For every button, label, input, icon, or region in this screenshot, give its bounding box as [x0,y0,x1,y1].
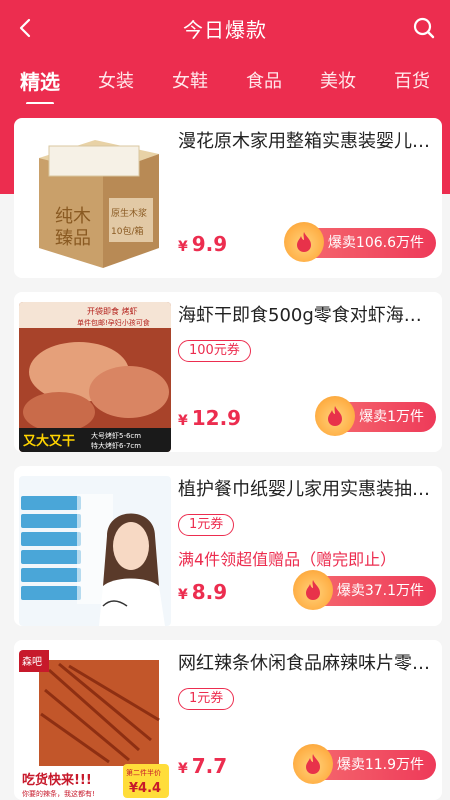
image-caption: 大号烤虾5-6cm [91,431,141,440]
tab-beauty[interactable]: 美妆 [320,67,356,93]
tab-general-goods[interactable]: 百货 [394,67,430,93]
product-price: ¥9.9 [178,232,227,256]
box-label-text: 臻品 [55,228,91,249]
hot-sales-text: 爆卖106.6万件 [327,235,424,251]
box-label-text: 10包/箱 [111,225,144,237]
product-image-spicy-strips: 森吧 吃货快来!!! 你要的辣条，我这都有! 第二件半价 ¥4.4 [19,650,171,800]
product-image-dried-shrimp: 开袋即食 烤虾 单件包邮!孕妇小孩可食 又大又干 大号烤虾5-6cm 特大烤虾6… [19,302,171,452]
page-title: 今日爆款 [183,17,267,42]
price-value: 9.9 [191,232,228,256]
product-price: ¥8.9 [178,580,227,604]
image-caption: ¥4.4 [129,781,161,796]
image-caption: 第二件半价 [126,768,161,777]
fire-icon [292,570,333,610]
price-value: 8.9 [191,580,228,604]
category-tabs: 精选 女装 女鞋 食品 美妆 百货 [0,60,450,100]
image-caption: 你要的辣条，我这都有! [22,789,95,798]
box-label-text: 纯木 [55,206,91,227]
currency-symbol: ¥ [178,761,188,777]
currency-symbol: ¥ [178,413,188,429]
hot-sales-text: 爆卖11.9万件 [336,757,424,773]
product-price: ¥12.9 [178,406,241,430]
promo-text: 满4件领超值赠品（赠完即止） [178,550,397,569]
hot-sales-badge: 爆卖106.6万件 [283,222,436,262]
product-image-tissue-box: 纯木 臻品 原生木浆 10包/箱 [19,128,171,278]
product-title[interactable]: 网红辣条休闲食品麻辣味片零食小吃 [178,652,432,676]
hot-sales-badge: 爆卖1万件 [315,396,436,436]
fire-icon [292,744,333,784]
hot-sales-text: 爆卖1万件 [359,409,424,425]
fire-icon [315,396,356,436]
box-label-text: 原生木浆 [111,207,147,219]
product-title[interactable]: 海虾干即食500g零食对虾海鲜干货 [178,304,432,328]
tab-womens-shoes[interactable]: 女鞋 [172,67,208,93]
hot-sales-badge: 爆卖37.1万件 [292,570,436,610]
back-button[interactable] [10,12,42,44]
product-card[interactable]: 植护餐巾纸婴儿家用实惠装抽纸整箱 1元券 满4件领超值赠品（赠完即止） ¥8.9… [14,466,442,626]
image-caption: 特大烤虾6-7cm [91,441,141,450]
currency-symbol: ¥ [178,239,188,255]
tab-food[interactable]: 食品 [246,67,282,93]
image-caption: 开袋即食 烤虾 [87,306,138,316]
image-caption: 森吧 [22,655,42,668]
image-caption: 又大又干 [22,433,75,449]
product-list: 纯木 臻品 原生木浆 10包/箱 漫花原木家用整箱实惠装婴儿面巾纸 ¥9.9 爆… [14,118,442,800]
coupon-badge[interactable]: 1元券 [178,514,235,536]
product-price: ¥7.7 [178,754,227,778]
top-header: 今日爆款 精选 女装 女鞋 食品 美妆 百货 [0,0,450,104]
tab-womens-clothing[interactable]: 女装 [98,67,134,93]
search-button[interactable] [408,12,440,44]
product-title[interactable]: 漫花原木家用整箱实惠装婴儿面巾纸 [178,130,432,154]
price-value: 7.7 [191,754,228,778]
product-card[interactable]: 开袋即食 烤虾 单件包邮!孕妇小孩可食 又大又干 大号烤虾5-6cm 特大烤虾6… [14,292,442,452]
product-image-tissue-packs [19,476,171,626]
product-title[interactable]: 植护餐巾纸婴儿家用实惠装抽纸整箱 [178,478,432,502]
fire-icon [283,222,324,262]
chevron-left-icon [19,18,31,38]
coupon-badge[interactable]: 1元券 [178,688,235,710]
price-value: 12.9 [191,406,242,430]
hot-sales-text: 爆卖37.1万件 [336,583,424,599]
image-caption: 单件包邮!孕妇小孩可食 [77,318,150,327]
currency-symbol: ¥ [178,587,188,603]
search-icon [413,17,435,39]
product-card[interactable]: 纯木 臻品 原生木浆 10包/箱 漫花原木家用整箱实惠装婴儿面巾纸 ¥9.9 爆… [14,118,442,278]
product-card[interactable]: 森吧 吃货快来!!! 你要的辣条，我这都有! 第二件半价 ¥4.4 网红辣条休闲… [14,640,442,800]
title-bar: 今日爆款 [0,0,450,56]
tab-featured[interactable]: 精选 [20,66,60,95]
hot-sales-badge: 爆卖11.9万件 [292,744,436,784]
image-caption: 吃货快来!!! [22,772,92,788]
coupon-badge[interactable]: 100元券 [178,340,251,362]
